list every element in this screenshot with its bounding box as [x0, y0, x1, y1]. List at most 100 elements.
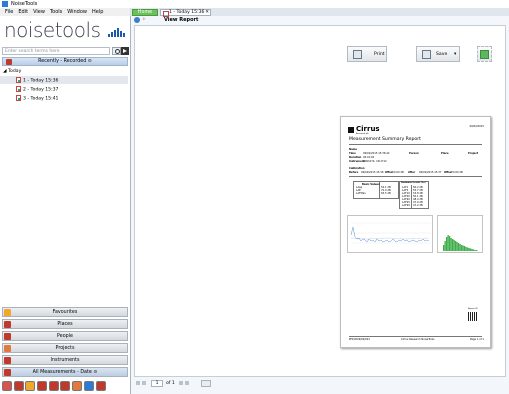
save-label: Save — [436, 52, 448, 57]
quick-icons-bar — [2, 381, 128, 393]
qr-code-icon — [468, 312, 477, 321]
file-icon — [16, 77, 21, 83]
report-page: 09/02/2015 Cirrus Research plc Measureme… — [340, 116, 491, 348]
nav-label: Favourites — [52, 310, 78, 315]
star-icon[interactable] — [25, 381, 36, 391]
project-icon[interactable] — [72, 381, 83, 391]
tree-item[interactable]: 1 - Today 15:36 — [16, 77, 58, 84]
nav-favourites-button[interactable]: Favourites — [2, 307, 128, 317]
report-viewer: Print Save ▾ 09/02/2015 Cirrus Research … — [134, 25, 506, 377]
field-label: Name — [349, 148, 358, 151]
back-icon[interactable] — [134, 17, 140, 23]
search-icon[interactable] — [112, 47, 121, 55]
nav-label: Instruments — [50, 358, 80, 363]
search-go-button[interactable] — [121, 47, 129, 55]
next-page-icon[interactable] — [179, 381, 183, 385]
page-count-label: of 1 — [166, 381, 175, 386]
forward-icon[interactable]: ▹ — [143, 16, 146, 22]
nav-projects-button[interactable]: Projects — [2, 343, 128, 353]
tree-item-label: 3 - Today 15:41 — [23, 96, 59, 102]
view-title: View Report — [164, 17, 199, 23]
house-icon[interactable] — [48, 381, 59, 391]
logo-bars-icon — [108, 28, 126, 37]
field-label: Offset — [385, 171, 394, 174]
printer-icon — [353, 50, 362, 59]
measurement-icon[interactable] — [95, 381, 106, 391]
window-title: NoiseTools — [11, 1, 38, 7]
tab-label: 1 - Today 15:36 — [169, 10, 205, 15]
field-label: Person — [409, 152, 419, 155]
table-cell: 65.5 dB — [381, 192, 391, 195]
brand-name: Cirrus — [356, 125, 380, 133]
tree-item-label: 2 - Today 15:37 — [23, 87, 59, 93]
tree-item[interactable]: 2 - Today 15:37 — [16, 86, 58, 93]
nav-instruments-button[interactable]: Instruments — [2, 355, 128, 365]
tab-bar: Home 1 - Today 15:36 ✕ — [131, 8, 509, 17]
divider — [349, 176, 482, 177]
menu-help[interactable]: Help — [92, 8, 103, 16]
export-button[interactable] — [477, 46, 492, 62]
menu-window[interactable]: Window — [67, 8, 87, 16]
tree-item[interactable]: 3 - Today 15:41 — [16, 95, 58, 102]
instrument-icon[interactable] — [83, 381, 94, 391]
page-number-input[interactable]: 1 — [151, 380, 163, 387]
cal-before-value: 09/02/2015 15:36 — [361, 171, 384, 174]
field-label: Project — [468, 152, 479, 155]
cirrus-logo-icon — [348, 127, 354, 133]
save-icon — [422, 50, 431, 59]
calibration-label: Calibration — [349, 167, 365, 170]
nav-label: Projects — [55, 346, 75, 351]
table-cell: LAFMax — [356, 192, 366, 195]
field-label: Time — [349, 152, 356, 155]
footer-left: PHI/2009/09/001 — [349, 338, 370, 341]
person-icon[interactable] — [60, 381, 71, 391]
tree-group-label: Today — [8, 69, 22, 74]
instrument-value: G000174, CR:171C — [363, 160, 387, 163]
file-icon — [16, 95, 21, 101]
nav-people-button[interactable]: People — [2, 331, 128, 341]
print-label: Print — [374, 52, 385, 57]
folder-icon[interactable] — [37, 381, 48, 391]
file-icon — [16, 86, 21, 92]
menu-view[interactable]: View — [33, 8, 45, 16]
menu-bar: File Edit View Tools Window Help — [0, 8, 130, 16]
statistical-levels-table: Statistical Levels (Ln) LAF1 60.2 dB LAF5… — [399, 181, 429, 209]
time-history-chart — [347, 215, 433, 253]
prev-page-icon[interactable] — [142, 381, 146, 385]
report-date: 09/02/2015 — [469, 125, 484, 128]
nav-label: People — [57, 334, 73, 339]
chevron-down-icon[interactable]: ⊙ — [88, 59, 92, 64]
chevron-down-icon: ▾ — [454, 52, 457, 57]
table-cell: 47.2 dB — [413, 204, 423, 207]
menu-tools[interactable]: Tools — [50, 8, 62, 16]
cal-offset-value: 0.00 dB — [453, 171, 463, 174]
footer-right: Page 1 of 1 — [469, 338, 484, 341]
field-label: After — [408, 171, 416, 174]
last-page-icon[interactable] — [185, 381, 189, 385]
first-page-icon[interactable] — [136, 381, 140, 385]
chevron-down-icon[interactable]: ⊙ — [93, 370, 97, 375]
list-icon[interactable] — [13, 381, 24, 391]
logo: noisetools — [4, 18, 101, 42]
sidebar: noisetools Enter search terms here Recen… — [0, 16, 131, 394]
tab-measurement[interactable]: 1 - Today 15:36 ✕ — [160, 9, 211, 17]
nav-all-measurements-button[interactable]: All Measurements - Date ⊙ — [2, 367, 128, 377]
recent-header[interactable]: Recently - Recorded ⊙ — [2, 57, 128, 66]
menu-file[interactable]: File — [5, 8, 13, 16]
tab-home[interactable]: Home — [132, 9, 158, 16]
nav-places-button[interactable]: Places — [2, 319, 128, 329]
main-panel: Home 1 - Today 15:36 ✕ ▹ View Report Pri… — [131, 8, 509, 394]
view-toolbar: ▹ View Report — [131, 16, 509, 24]
tree-group-today[interactable]: ◢ Today — [3, 69, 21, 74]
footer-mid: Cirrus Research NoiseTools — [401, 338, 435, 341]
field-label: Duration — [349, 156, 362, 159]
report-icon[interactable] — [2, 381, 12, 391]
pager: 1 of 1 — [131, 378, 509, 390]
print-button[interactable]: Print — [347, 46, 387, 62]
save-button[interactable]: Save ▾ — [416, 46, 460, 62]
cal-offset-value: 0.00 dB — [394, 171, 404, 174]
print-icon[interactable] — [201, 380, 211, 387]
search-input[interactable]: Enter search terms here — [2, 47, 110, 55]
field-label: Offset — [444, 171, 453, 174]
menu-edit[interactable]: Edit — [18, 8, 28, 16]
